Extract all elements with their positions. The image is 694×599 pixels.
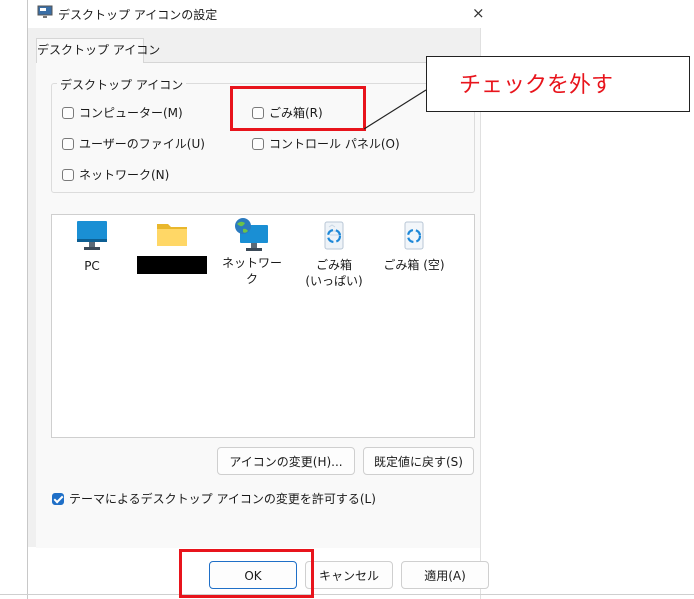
checkbox-computer[interactable]: コンピューター(M) bbox=[62, 104, 183, 121]
change-icon-button[interactable]: アイコンの変更(H)... bbox=[217, 447, 355, 475]
checkbox-box[interactable] bbox=[252, 137, 264, 150]
icon-item-pc[interactable]: PC bbox=[57, 220, 127, 274]
annotation-callout: チェックを外す bbox=[426, 56, 690, 112]
checkbox-control-panel[interactable]: コントロール パネル(O) bbox=[252, 135, 400, 152]
close-icon[interactable]: × bbox=[472, 4, 485, 22]
desktop-icon-list[interactable]: PC ネットワーク ごみ箱 (いっぱい) ごみ箱 (空) bbox=[51, 214, 475, 438]
checkbox-label: コントロール パネル(O) bbox=[269, 137, 400, 151]
icon-label: ごみ箱 (空) bbox=[383, 258, 445, 272]
checkbox-user-files[interactable]: ユーザーのファイル(U) bbox=[62, 135, 205, 152]
recycle-bin-empty-icon bbox=[404, 221, 424, 250]
icon-item-user-folder[interactable] bbox=[137, 220, 207, 274]
groupbox-legend: デスクトップ アイコン bbox=[57, 76, 187, 93]
icon-item-network[interactable]: ネットワーク bbox=[217, 217, 287, 287]
checkbox-allow-themes[interactable]: テーマによるデスクトップ アイコンの変更を許可する(L) bbox=[52, 490, 376, 507]
checkbox-label: コンピューター(M) bbox=[79, 106, 183, 120]
icon-sublabel: (いっぱい) bbox=[305, 274, 363, 288]
restore-default-button[interactable]: 既定値に戻す(S) bbox=[363, 447, 474, 475]
folder-icon bbox=[157, 224, 187, 246]
cancel-button[interactable]: キャンセル bbox=[305, 561, 393, 589]
icon-label: ネットワーク bbox=[221, 256, 282, 286]
checkbox-label: テーマによるデスクトップ アイコンの変更を許可する(L) bbox=[69, 492, 376, 506]
icon-label: ごみ箱 bbox=[315, 258, 352, 272]
title-bar: デスクトップ アイコンの設定 × bbox=[28, 0, 485, 28]
recycle-bin-full-icon bbox=[324, 221, 344, 250]
apply-button[interactable]: 適用(A) bbox=[401, 561, 489, 589]
checkbox-label: ユーザーのファイル(U) bbox=[79, 137, 205, 151]
tab-desktop-icons[interactable]: デスクトップ アイコン bbox=[36, 38, 160, 63]
redacted-label bbox=[137, 256, 207, 274]
monitor-icon bbox=[77, 221, 107, 250]
icon-item-recycle-bin-empty[interactable]: ごみ箱 (空) bbox=[379, 219, 449, 273]
network-globe-icon bbox=[235, 218, 268, 251]
checkbox-label: ネットワーク(N) bbox=[79, 168, 170, 182]
checkbox-network[interactable]: ネットワーク(N) bbox=[62, 166, 169, 183]
callout-text: チェックを外す bbox=[459, 73, 614, 98]
checkbox-box[interactable] bbox=[62, 137, 74, 150]
desktop-settings-app-icon bbox=[37, 5, 53, 18]
checkbox-box[interactable] bbox=[62, 106, 74, 119]
annotation-highlight-ok bbox=[179, 549, 314, 598]
checkbox-box-checked[interactable] bbox=[52, 492, 64, 505]
callout-pointer-line bbox=[363, 89, 427, 130]
checkbox-box[interactable] bbox=[62, 168, 74, 181]
window-title: デスクトップ アイコンの設定 bbox=[58, 8, 218, 22]
window-right-border bbox=[480, 28, 481, 599]
annotation-highlight-recycle-bin bbox=[230, 86, 366, 131]
icon-label: PC bbox=[84, 259, 100, 273]
bottom-divider bbox=[0, 594, 694, 595]
icon-item-recycle-bin-full[interactable]: ごみ箱 (いっぱい) bbox=[299, 219, 369, 289]
